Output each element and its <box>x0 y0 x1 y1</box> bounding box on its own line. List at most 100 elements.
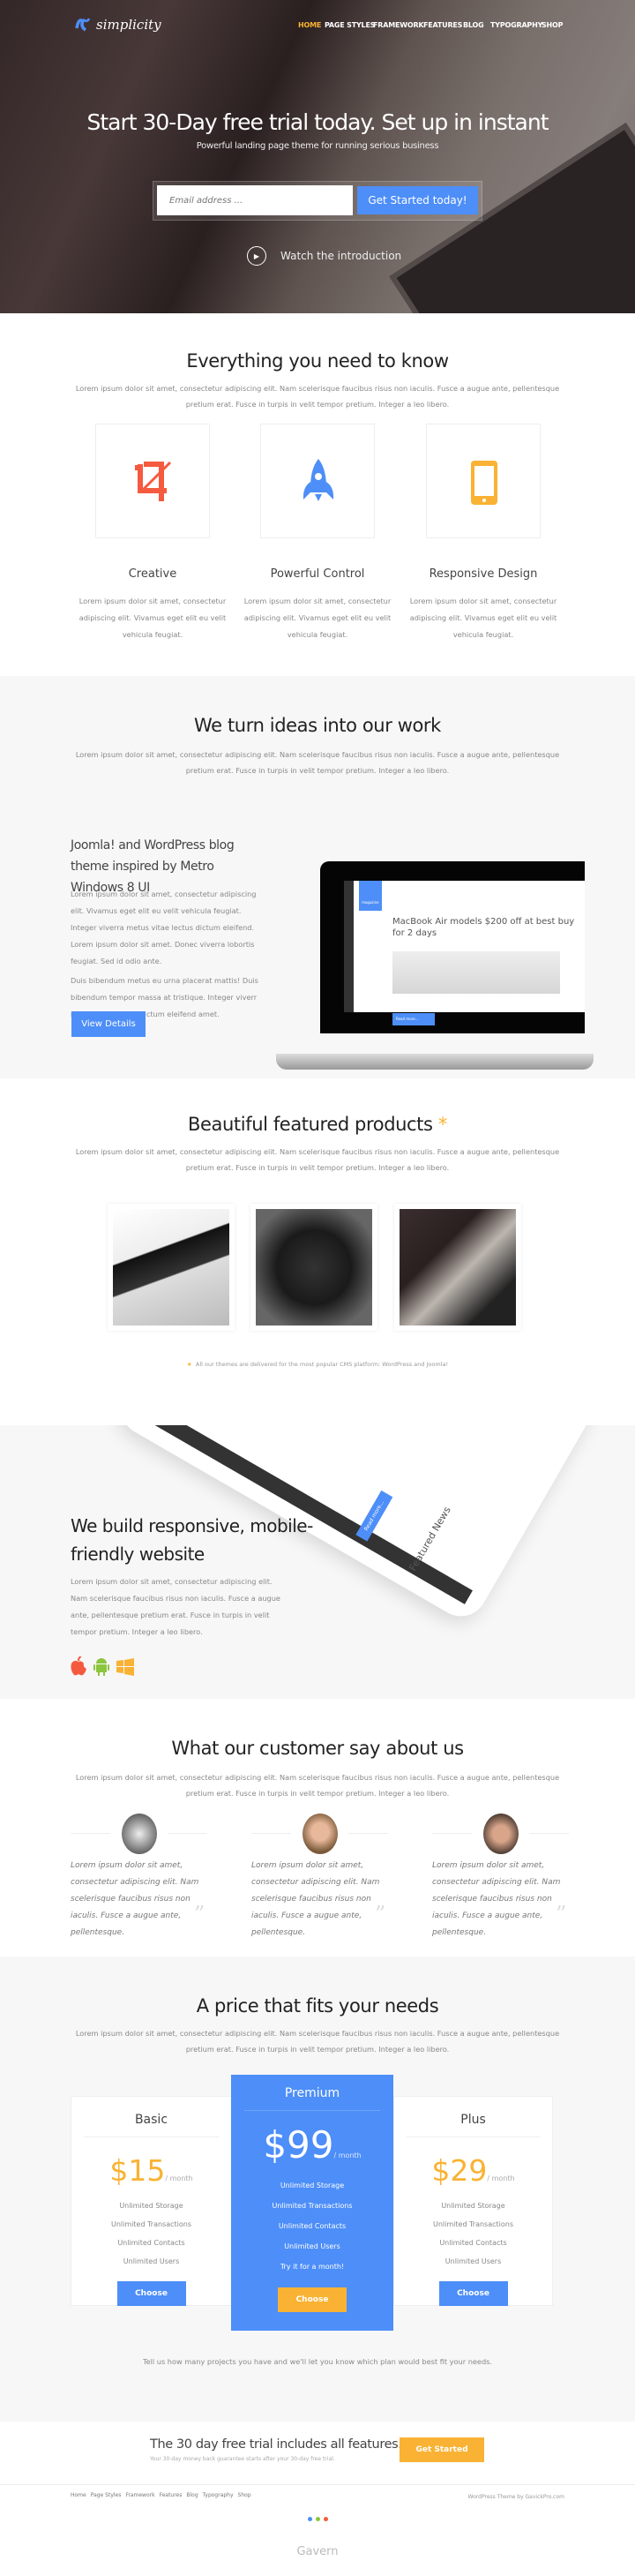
footer: Home Page Styles Framework Features Blog Typo… <box>0 2485 635 2576</box>
plan-name: Premium <box>244 2076 380 2111</box>
divider <box>348 1833 388 1834</box>
logo[interactable]: simplicity <box>75 16 161 34</box>
pricing-note: Tell us how many projects you have and w… <box>142 2357 493 2366</box>
cta-section: The 30 day free trial includes all featu… <box>0 2422 635 2485</box>
footer-link[interactable]: Typography <box>203 2492 234 2498</box>
laptop-mockup: magazine MacBook Air models $200 off at … <box>320 861 585 1033</box>
plan-price: $29/ month <box>431 2153 515 2188</box>
pricing-card-basic: Basic $15/ month Unlimited Storage Unlimite… <box>71 2096 232 2306</box>
responsive-title: We build responsive, mobile-friendly web… <box>71 1515 313 1565</box>
responsive-section: Featured News Read more... We build resp… <box>0 1425 635 1699</box>
logo-text: simplicity <box>96 17 161 33</box>
plan-feature: Try it for a month! <box>280 2263 345 2271</box>
cta-title: The 30 day free trial includes all featu… <box>150 2437 402 2452</box>
feature-title: Responsive Design <box>429 567 538 581</box>
hero: simplicity Start 30-Day free trial today… <box>0 0 635 313</box>
plan-name: Plus <box>407 2097 540 2137</box>
divider <box>432 1833 472 1834</box>
feature-desc: Lorem ipsum dolor sit amet, consectetur … <box>409 597 557 639</box>
plan-name: Basic <box>84 2097 219 2137</box>
nav-item-home[interactable]: HOME <box>298 21 321 29</box>
nav-item-features[interactable]: FEATURES <box>423 21 462 29</box>
quote-icon: ” <box>375 1902 386 1926</box>
choose-button[interactable]: Choose <box>438 2281 508 2306</box>
platform-icons <box>71 1656 134 1676</box>
product-image[interactable] <box>394 1204 521 1331</box>
plan-feature: Unlimited Transactions <box>272 2202 353 2210</box>
feature-title: Creative <box>128 567 177 581</box>
plan-price: $99/ month <box>263 2123 362 2167</box>
laptop-base <box>276 1054 594 1070</box>
choose-button[interactable]: Choose <box>116 2281 186 2306</box>
responsive-text: Lorem ipsum dolor sit amet, consectetur … <box>71 1577 280 1636</box>
quote-icon: ” <box>556 1902 567 1926</box>
product-image[interactable] <box>250 1204 377 1331</box>
nav-item-shop[interactable]: SHOP <box>542 21 564 29</box>
logo-icon <box>75 18 91 32</box>
plan-features: Unlimited Storage Unlimited Transactions U… <box>232 2175 392 2277</box>
windows-icon <box>116 1658 134 1676</box>
plan-price: $15/ month <box>109 2153 193 2188</box>
divider <box>71 1833 110 1834</box>
footer-link[interactable]: Blog <box>186 2492 198 2498</box>
plan-feature: Unlimited Contacts <box>117 2239 185 2247</box>
plan-feature: Unlimited Contacts <box>278 2222 347 2230</box>
section-title: What our customer say about us <box>171 1738 464 1759</box>
ideas-section: We turn ideas into our work Lorem ipsum … <box>0 676 635 1078</box>
section-lead: Lorem ipsum dolor sit amet, consectetur … <box>75 750 560 775</box>
hero-subtitle: Powerful landing page theme for running … <box>196 141 439 151</box>
nav-item-page-styles[interactable]: PAGE STYLES <box>325 21 375 29</box>
feature-title: Powerful Control <box>270 567 365 581</box>
footer-credit: WordPress Theme by GavickPro.com <box>467 2494 564 2500</box>
view-details-button[interactable]: View Details <box>71 1011 146 1037</box>
apple-icon <box>71 1656 86 1676</box>
divider <box>251 1833 291 1834</box>
plan-feature: Unlimited Storage <box>280 2182 345 2189</box>
nav-item-blog[interactable]: BLOG <box>463 21 484 29</box>
divider <box>529 1833 569 1834</box>
testimonial-quote: Lorem ipsum dolor sit amet, consectetur … <box>432 1861 561 1937</box>
get-started-button[interactable]: Get Started today! <box>357 186 478 214</box>
section-lead: Lorem ipsum dolor sit amet, consectetur … <box>75 1147 560 1172</box>
get-started-cta-button[interactable]: Get Started <box>400 2437 484 2462</box>
plan-features: Unlimited Storage Unlimited Transactions U… <box>71 2197 231 2271</box>
footer-link[interactable]: Framework <box>125 2492 154 2498</box>
gavern-logo: Gavern <box>296 2545 339 2558</box>
plan-feature: Unlimited Users <box>284 2242 340 2250</box>
divider <box>168 1833 207 1834</box>
products-note: ★ All our themes are delivered for the m… <box>186 1361 449 1368</box>
rocket-icon <box>261 424 376 539</box>
section-title: We turn ideas into our work <box>194 715 441 736</box>
watch-intro-link[interactable]: ▶ Watch the introduction <box>247 246 401 266</box>
footer-link[interactable]: Home <box>71 2492 86 2498</box>
pricing-card-premium: Premium $99/ month Unlimited Storage Unlimi… <box>231 2075 393 2331</box>
nav-item-typography[interactable]: TYPOGRAPHY <box>490 21 542 29</box>
hero-title: Start 30-Day free trial today. Set up in… <box>86 109 549 135</box>
android-icon <box>93 1658 109 1676</box>
feature-icon-box <box>260 424 375 538</box>
email-input[interactable] <box>157 185 353 215</box>
plan-feature: Unlimited Transactions <box>111 2220 191 2228</box>
plan-feature: Unlimited Transactions <box>433 2220 513 2228</box>
testimonial-quote: Lorem ipsum dolor sit amet, consectetur … <box>251 1861 380 1937</box>
nav-item-framework[interactable]: FRAMEWORK <box>373 21 424 29</box>
footer-link[interactable]: Shop <box>238 2492 251 2498</box>
product-image[interactable] <box>108 1204 235 1331</box>
footer-link[interactable]: Features <box>160 2492 183 2498</box>
avatar <box>303 1814 338 1854</box>
plan-feature: Unlimited Contacts <box>439 2239 507 2247</box>
pricing-card-plus: Plus $29/ month Unlimited Storage Unlimited… <box>393 2096 553 2306</box>
quote-icon: ” <box>194 1902 205 1926</box>
play-icon: ▶ <box>247 246 266 266</box>
choose-button[interactable]: Choose <box>278 2287 347 2312</box>
avatar <box>122 1814 157 1854</box>
testimonial-quote: Lorem ipsum dolor sit amet, consectetur … <box>71 1861 199 1937</box>
plan-feature: Unlimited Storage <box>119 2202 183 2210</box>
tablet-featured: Featured News <box>407 1505 453 1573</box>
section-lead: Lorem ipsum dolor sit amet, consectetur … <box>75 384 560 409</box>
section-title: A price that fits your needs <box>196 1995 439 2016</box>
feature-icon-box <box>95 424 210 538</box>
screen-image <box>392 951 560 994</box>
feature-desc: Lorem ipsum dolor sit amet, consectetur … <box>78 597 227 639</box>
footer-link[interactable]: Page Styles <box>91 2492 122 2498</box>
